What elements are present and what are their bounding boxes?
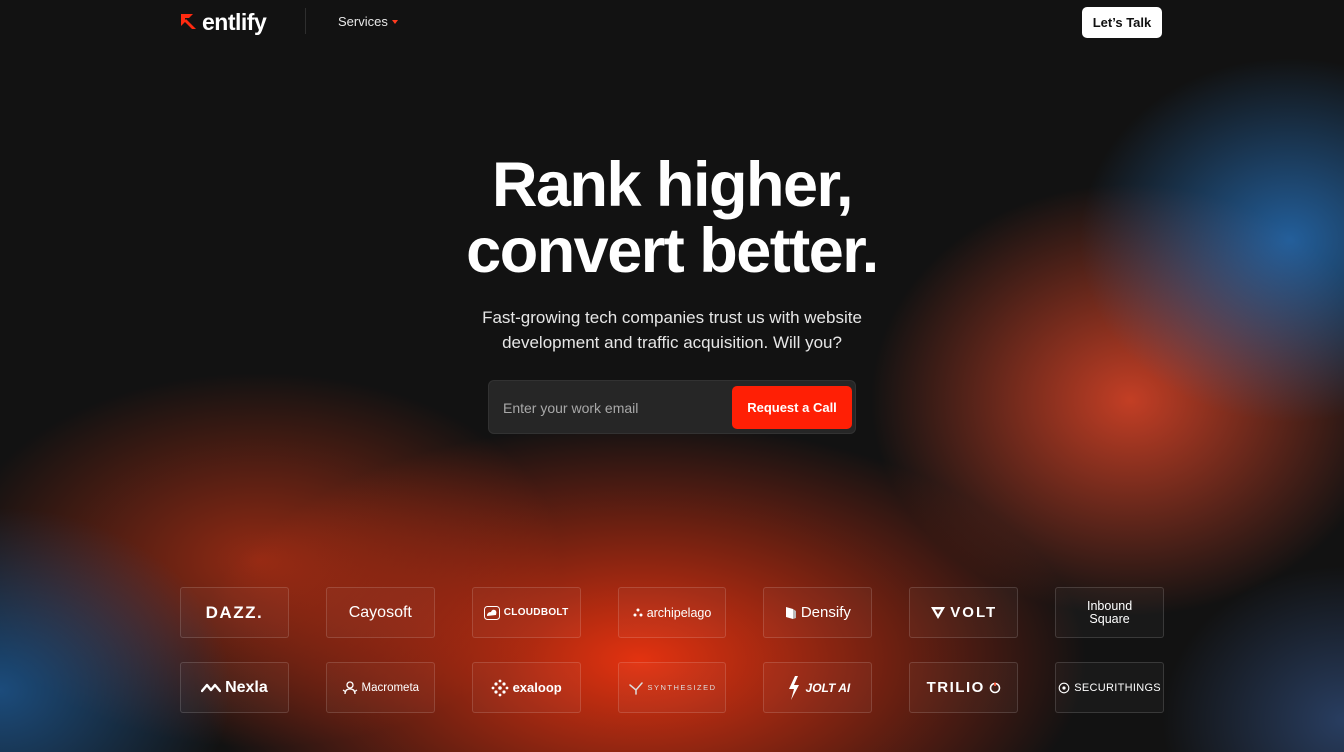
client-logo-volt: VOLT	[909, 587, 1019, 638]
brand-name: entlify	[202, 9, 267, 35]
nexla-icon	[201, 682, 222, 694]
client-logo-macrometa: Macrometa	[325, 662, 435, 713]
client-name: CLOUDBOLT	[503, 607, 569, 618]
archipelago-icon	[633, 608, 643, 617]
hero-title: Rank higher, convert better.	[0, 152, 1344, 284]
client-name: Cayosoft	[348, 603, 412, 621]
client-logo-trilio: TRILIO	[909, 662, 1019, 713]
client-name: JOLT AI	[805, 680, 851, 695]
client-logo-exaloop: exaloop	[471, 662, 581, 713]
brand-logo[interactable]: entlify	[180, 9, 267, 35]
client-name: archipelago	[646, 605, 712, 620]
work-email-input[interactable]	[497, 391, 727, 425]
client-logos-row-2: Nexla Macrometa exaloop SYNTHESIZED JOLT…	[180, 662, 1165, 713]
exaloop-icon	[491, 679, 509, 697]
client-name: VOLT	[950, 604, 998, 621]
hero-subtitle: Fast-growing tech companies trust us wit…	[0, 305, 1344, 355]
client-logo-archipelago: archipelago	[617, 587, 727, 638]
client-logo-nexla: Nexla	[180, 662, 289, 713]
synthesized-icon	[628, 681, 644, 695]
hero-subtitle-line1: Fast-growing tech companies trust us wit…	[482, 308, 862, 327]
client-logo-densify: Densify	[763, 587, 873, 638]
hero-title-line2: convert better.	[466, 216, 879, 286]
services-label: Services	[338, 14, 388, 29]
jolt-icon	[786, 675, 802, 701]
chevron-down-icon	[391, 19, 398, 24]
client-name: TRILIO	[926, 679, 985, 696]
client-name: SYNTHESIZED	[647, 683, 717, 692]
client-name: exaloop	[512, 680, 562, 695]
client-name: Macrometa	[361, 681, 420, 694]
cloudbolt-icon	[483, 605, 500, 620]
services-menu[interactable]: Services	[338, 14, 398, 29]
lets-talk-button[interactable]: Let’s Talk	[1082, 7, 1162, 38]
top-nav: entlify Services Let’s Talk	[0, 0, 1344, 44]
client-logos: DAZZ. Cayosoft CLOUDBOLT archipelago Den…	[180, 587, 1165, 737]
client-name: DAZZ.	[205, 602, 264, 622]
request-call-button[interactable]: Request a Call	[732, 386, 852, 429]
client-name: Densify	[800, 604, 851, 621]
client-name: SECURITHINGS	[1074, 681, 1161, 694]
client-logo-inbound-square: Inbound Square	[1055, 587, 1165, 638]
client-logos-row-1: DAZZ. Cayosoft CLOUDBOLT archipelago Den…	[180, 587, 1165, 638]
macrometa-icon	[342, 680, 358, 696]
densify-icon	[785, 606, 797, 620]
volt-icon	[930, 606, 946, 620]
hero-subtitle-line2: development and traffic acquisition. Wil…	[502, 333, 842, 352]
client-logo-dazz: DAZZ.	[180, 587, 289, 638]
hero-title-line1: Rank higher,	[491, 150, 854, 220]
client-name: Nexla	[225, 678, 268, 696]
email-capture-form: Request a Call	[488, 380, 856, 434]
client-logo-cloudbolt: CLOUDBOLT	[471, 587, 581, 638]
client-logo-jolt-ai: JOLT AI	[763, 662, 873, 713]
client-logo-synthesized: SYNTHESIZED	[617, 662, 727, 713]
nav-divider	[305, 8, 306, 34]
client-logo-securithings: SECURITHINGS	[1055, 662, 1165, 713]
entlify-logo-icon	[180, 13, 198, 31]
securithings-icon	[1058, 682, 1070, 694]
client-logo-cayosoft: Cayosoft	[325, 587, 435, 638]
trilio-icon	[989, 682, 1001, 694]
client-name: Inbound Square	[1086, 598, 1133, 626]
